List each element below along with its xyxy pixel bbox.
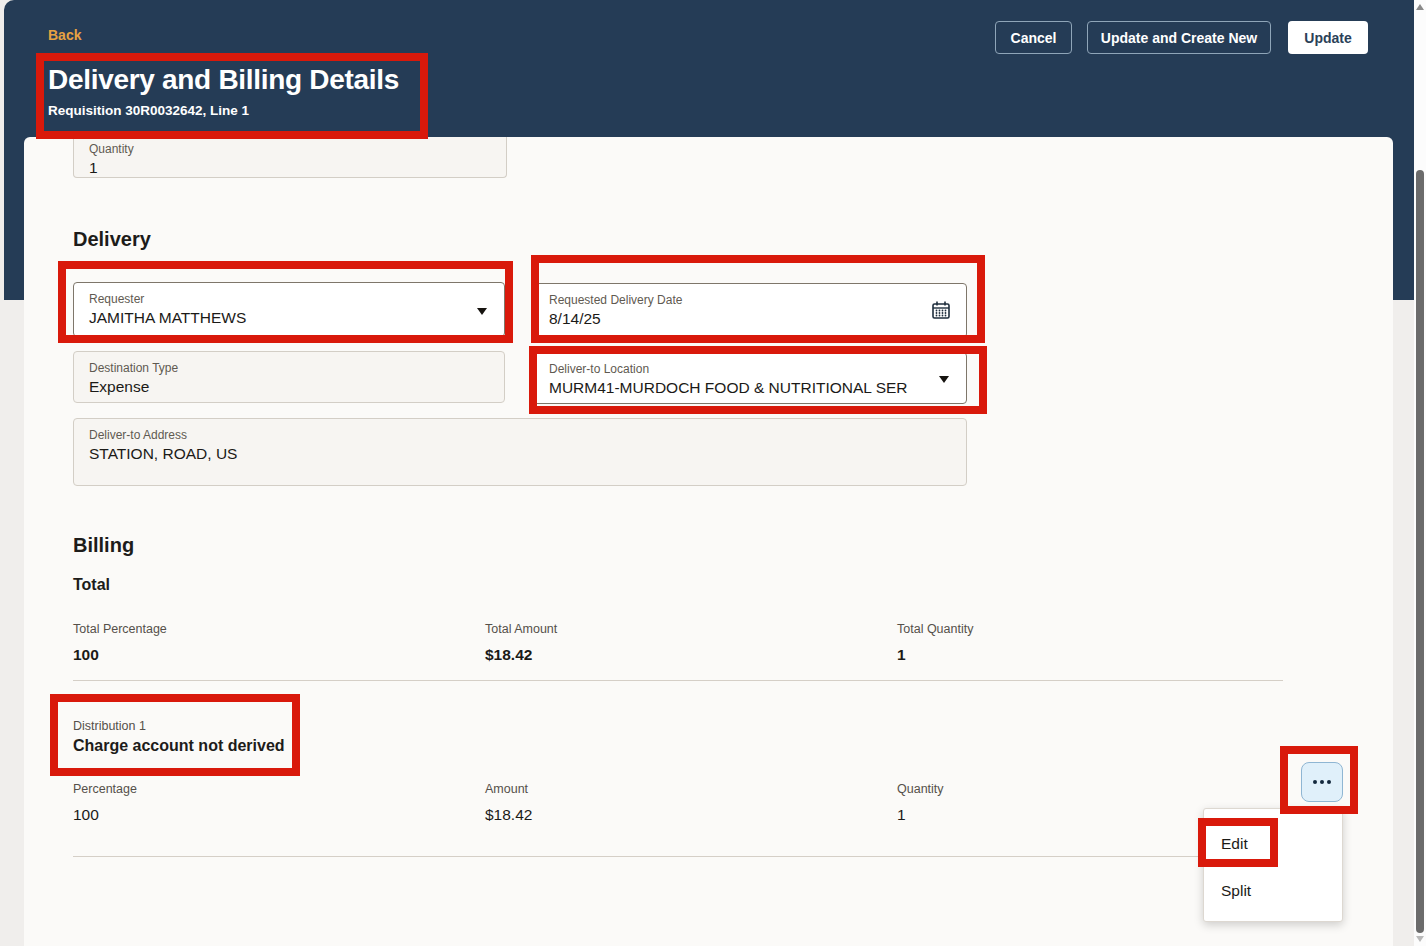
- distribution-amount-label: Amount: [485, 782, 528, 796]
- distribution-quantity-value: 1: [897, 806, 906, 824]
- divider: [73, 856, 1283, 857]
- chevron-down-icon[interactable]: [477, 308, 487, 315]
- deliver-to-address-value: STATION, ROAD, US: [89, 445, 951, 463]
- deliver-to-location-field[interactable]: Deliver-to Location MURM41-MURDOCH FOOD …: [533, 352, 967, 404]
- billing-total-heading: Total: [73, 576, 110, 594]
- deliver-to-location-label: Deliver-to Location: [549, 362, 951, 376]
- distribution-status: Charge account not derived: [73, 737, 285, 755]
- menu-item-split[interactable]: Split: [1204, 867, 1342, 914]
- divider: [73, 680, 1283, 681]
- requester-field[interactable]: Requester JAMITHA MATTHEWS: [73, 282, 505, 337]
- chevron-down-icon[interactable]: [939, 376, 949, 383]
- page-subtitle: Requisition 30R0032642, Line 1: [48, 103, 249, 118]
- total-amount-label: Total Amount: [485, 622, 557, 636]
- requested-delivery-date-field[interactable]: Requested Delivery Date 8/14/25: [533, 283, 967, 338]
- page-title: Delivery and Billing Details: [48, 64, 399, 96]
- distribution-amount-value: $18.42: [485, 806, 532, 824]
- calendar-icon[interactable]: [932, 301, 950, 319]
- scrollbar-thumb[interactable]: [1416, 170, 1424, 933]
- quantity-field: Quantity 1: [73, 137, 507, 178]
- deliver-to-address-label: Deliver-to Address: [89, 428, 951, 442]
- scroll-up-icon[interactable]: [1416, 4, 1424, 10]
- actions-menu: Edit Split: [1203, 808, 1343, 922]
- total-quantity-value: 1: [897, 646, 906, 664]
- scroll-down-icon[interactable]: [1416, 936, 1424, 942]
- distribution-label: Distribution 1: [73, 719, 146, 733]
- menu-item-edit[interactable]: Edit: [1204, 820, 1342, 867]
- quantity-label: Quantity: [89, 142, 491, 156]
- requester-label: Requester: [89, 292, 489, 306]
- cancel-button[interactable]: Cancel: [995, 21, 1072, 54]
- requester-value: JAMITHA MATTHEWS: [89, 309, 489, 327]
- actions-button[interactable]: [1301, 762, 1343, 802]
- deliver-to-location-value: MURM41-MURDOCH FOOD & NUTRITIONAL SER: [549, 379, 951, 397]
- content-card: [24, 137, 1393, 946]
- total-percentage-label: Total Percentage: [73, 622, 167, 636]
- delivery-section-heading: Delivery: [73, 228, 151, 251]
- total-amount-value: $18.42: [485, 646, 532, 664]
- distribution-percentage-value: 100: [73, 806, 99, 824]
- update-button[interactable]: Update: [1288, 21, 1368, 54]
- total-percentage-value: 100: [73, 646, 99, 664]
- requested-delivery-date-label: Requested Delivery Date: [549, 293, 951, 307]
- destination-type-label: Destination Type: [89, 361, 489, 375]
- total-quantity-label: Total Quantity: [897, 622, 973, 636]
- ellipsis-icon: [1313, 780, 1317, 784]
- destination-type-value: Expense: [89, 378, 489, 396]
- destination-type-field: Destination Type Expense: [73, 351, 505, 403]
- update-and-create-new-button[interactable]: Update and Create New: [1087, 21, 1271, 54]
- distribution-percentage-label: Percentage: [73, 782, 137, 796]
- deliver-to-address-field: Deliver-to Address STATION, ROAD, US: [73, 418, 967, 486]
- requested-delivery-date-value: 8/14/25: [549, 310, 951, 328]
- back-link[interactable]: Back: [48, 27, 81, 43]
- distribution-quantity-label: Quantity: [897, 782, 944, 796]
- quantity-value: 1: [89, 159, 491, 177]
- billing-section-heading: Billing: [73, 534, 134, 557]
